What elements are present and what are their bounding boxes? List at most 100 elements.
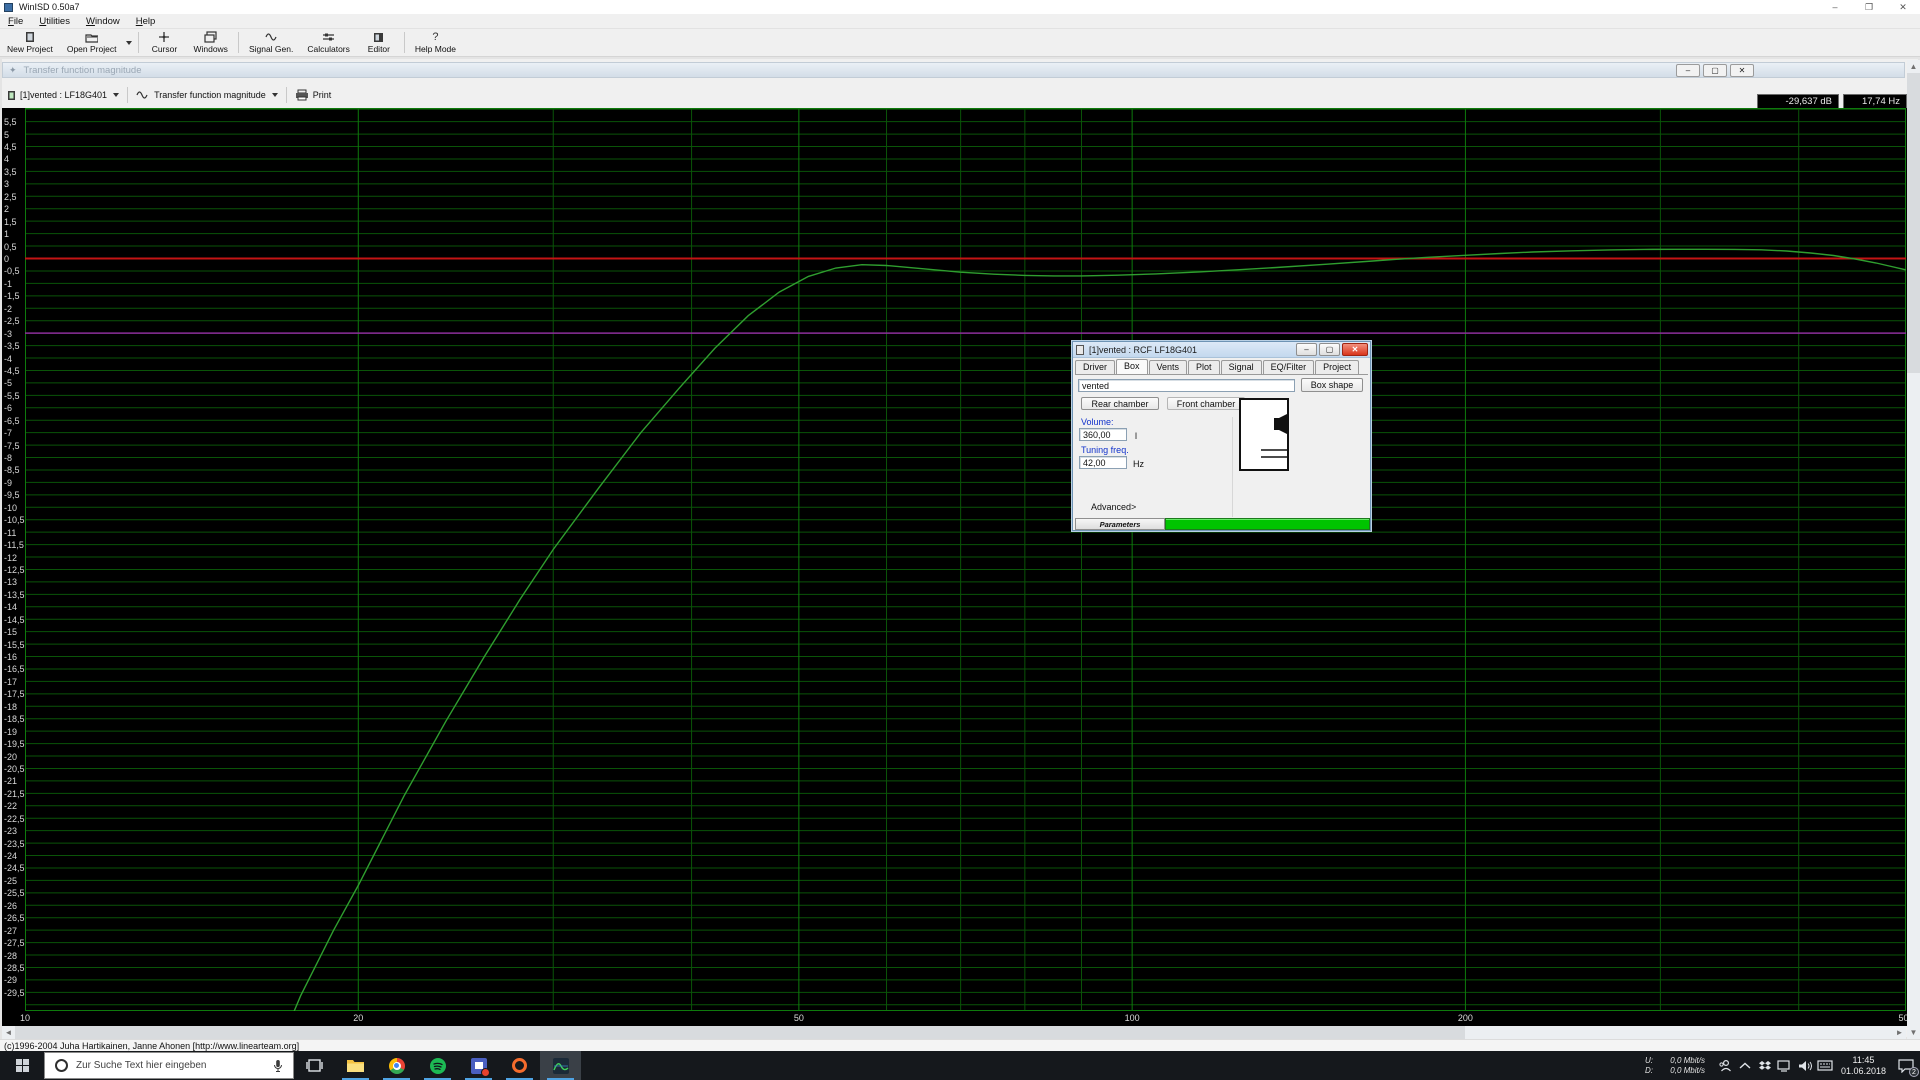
horizontal-scroll-thumb[interactable] (15, 1026, 1465, 1039)
plot-canvas[interactable] (25, 108, 1906, 1011)
y-tick-label: -27 (4, 925, 18, 936)
close-button[interactable]: ✕ (1886, 0, 1920, 14)
menu-file[interactable]: File (0, 15, 31, 28)
transfer-function-chart[interactable]: 5,5 5 4,5 4 3,5 3 2,5 2 1,5 1 0,5 0 -0,5 -1 -1,5 -2 -2,5… (2, 108, 1907, 1026)
sine-wave-icon (136, 91, 148, 99)
y-tick-label: -25,5 (4, 888, 25, 899)
taskbar: Zur Suche Text hier eingeben U: 0,0 Mbit… (0, 1051, 1920, 1080)
volume-icon[interactable] (1795, 1051, 1815, 1080)
editor-button[interactable]: Editor (357, 29, 401, 56)
vertical-scrollbar[interactable]: ▲ ▼ (1907, 60, 1920, 1039)
taskbar-app-origin[interactable] (499, 1051, 540, 1080)
y-tick-label: -1,5 (4, 291, 20, 302)
project-selector[interactable]: [1]vented : LF18G401 (2, 88, 124, 103)
y-tick-label: -12,5 (4, 564, 25, 575)
rear-chamber-tab[interactable]: Rear chamber (1081, 397, 1159, 410)
print-button[interactable]: Print (290, 87, 343, 103)
y-tick-label: -6 (4, 403, 13, 414)
vertical-scroll-thumb[interactable] (1907, 73, 1920, 373)
open-project-button[interactable]: Open Project (60, 29, 124, 56)
scroll-down-arrow[interactable]: ▼ (1907, 1026, 1920, 1039)
tab-project[interactable]: Project (1315, 360, 1360, 374)
restore-button[interactable]: ❐ (1852, 0, 1886, 14)
touch-keyboard-icon[interactable] (1815, 1051, 1835, 1080)
network-icon[interactable] (1775, 1051, 1795, 1080)
scroll-right-arrow[interactable]: ► (1893, 1026, 1906, 1039)
vent-port-lines (1261, 449, 1287, 458)
taskbar-app-winisd[interactable] (540, 1051, 581, 1080)
progress-bar (1165, 518, 1370, 530)
horizontal-scrollbar[interactable]: ◄ ► (2, 1026, 1906, 1039)
taskbar-search[interactable]: Zur Suche Text hier eingeben (44, 1052, 294, 1079)
graph-type-selector[interactable]: Transfer function magnitude (131, 88, 283, 102)
windows-logo-icon (15, 1059, 29, 1072)
tab-plot[interactable]: Plot (1188, 360, 1220, 374)
tuning-input[interactable]: 42,00 (1079, 456, 1127, 469)
child-close-button[interactable]: ✕ (1730, 64, 1754, 77)
advanced-link[interactable]: Advanced> (1091, 502, 1136, 512)
y-tick-label: -21,5 (4, 788, 25, 799)
taskbar-app-spotify[interactable] (417, 1051, 458, 1080)
movies-tv-icon (470, 1057, 490, 1077)
tab-signal[interactable]: Signal (1220, 360, 1262, 374)
cursor-button[interactable]: Cursor (142, 29, 186, 56)
taskbar-clock[interactable]: 11:45 01.06.2018 (1841, 1055, 1886, 1077)
dialog-titlebar[interactable]: [1]vented : RCF LF18G401 – ▢ ✕ (1073, 342, 1370, 358)
project-icon (8, 90, 15, 100)
folder-open-icon (85, 31, 99, 43)
calculators-button[interactable]: Calculators (300, 29, 357, 56)
task-view-button[interactable] (294, 1051, 335, 1080)
tab-eq-filter[interactable]: EQ/Filter (1262, 360, 1315, 374)
cursor-cross-icon (158, 31, 171, 43)
windows-button[interactable]: Windows (186, 29, 234, 56)
dialog-minimize-button[interactable]: – (1296, 343, 1317, 356)
tab-driver[interactable]: Driver (1075, 360, 1115, 374)
tray-chevron-up-icon[interactable] (1735, 1051, 1755, 1080)
taskbar-app-movies-tv[interactable] (458, 1051, 499, 1080)
menu-window[interactable]: Window (78, 15, 128, 28)
y-tick-label: -14 (4, 602, 18, 613)
parameters-button[interactable]: Parameters (1075, 518, 1165, 530)
action-center-button[interactable]: 2 (1892, 1051, 1920, 1080)
y-tick-label: 0,5 (4, 241, 17, 252)
y-tick-label: -18,5 (4, 714, 25, 725)
taskbar-app-file-explorer[interactable] (335, 1051, 376, 1080)
y-tick-label: -4 (4, 353, 13, 364)
y-tick-label: -17,5 (4, 689, 25, 700)
start-button[interactable] (0, 1051, 44, 1080)
scroll-up-arrow[interactable]: ▲ (1907, 60, 1920, 73)
y-tick-label: -19,5 (4, 739, 25, 750)
new-project-button[interactable]: New Project (0, 29, 60, 56)
task-view-icon (306, 1059, 323, 1072)
box-type-input[interactable]: vented (1078, 379, 1295, 392)
y-tick-label: -18 (4, 701, 18, 712)
tab-box[interactable]: Box (1116, 359, 1148, 374)
help-mode-button[interactable]: ? Help Mode (408, 29, 463, 56)
dialog-maximize-button[interactable]: ▢ (1319, 343, 1340, 356)
dropbox-icon[interactable] (1755, 1051, 1775, 1080)
box-shape-button[interactable]: Box shape (1301, 378, 1363, 392)
dialog-close-button[interactable]: ✕ (1342, 343, 1368, 356)
y-tick-label: 0 (4, 254, 10, 264)
child-minimize-button[interactable]: – (1676, 64, 1700, 77)
front-chamber-tab[interactable]: Front chamber (1167, 397, 1245, 410)
child-restore-button[interactable]: ▢ (1703, 64, 1727, 77)
menu-help[interactable]: Help (128, 15, 164, 28)
menu-utilities[interactable]: Utilities (31, 15, 78, 28)
editor-icon (372, 31, 385, 43)
minimize-button[interactable]: – (1818, 0, 1852, 14)
microphone-icon (274, 1059, 282, 1072)
y-tick-label: 5 (4, 129, 10, 140)
tab-vents[interactable]: Vents (1148, 360, 1188, 374)
taskbar-app-chrome[interactable] (376, 1051, 417, 1080)
signal-gen-button[interactable]: Signal Gen. (242, 29, 300, 56)
y-tick-label: -11 (4, 527, 17, 538)
open-project-dropdown[interactable] (123, 29, 135, 56)
people-icon[interactable] (1715, 1051, 1735, 1080)
volume-label: Volume: (1081, 417, 1114, 427)
volume-input[interactable]: 360,00 (1079, 428, 1127, 441)
sine-wave-icon (265, 31, 278, 43)
y-tick-label: -27,5 (4, 938, 25, 949)
dialog-title: [1]vented : RCF LF18G401 (1089, 344, 1198, 355)
scroll-left-arrow[interactable]: ◄ (2, 1026, 15, 1039)
